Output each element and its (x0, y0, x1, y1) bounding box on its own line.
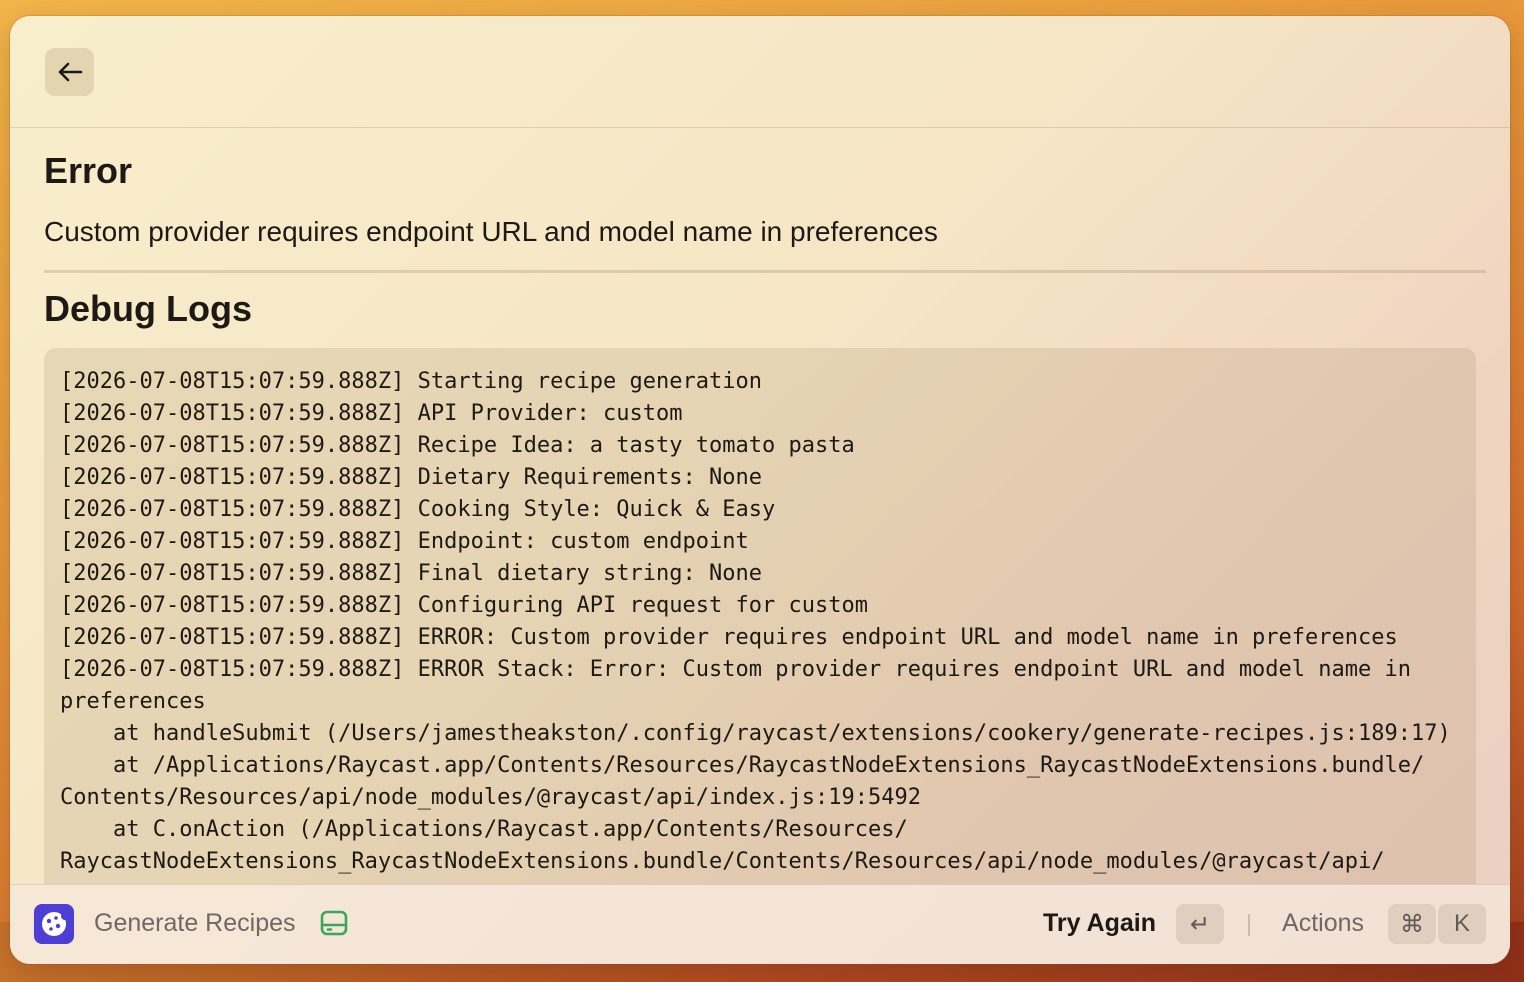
log-line: at C.onAction (/Applications/Raycast.app… (60, 817, 908, 842)
try-again-button[interactable]: Try Again (1043, 909, 1156, 938)
log-line: [2026-07-08T15:07:59.888Z] Recipe Idea: … (60, 433, 855, 458)
top-bar (10, 16, 1510, 128)
debug-logs-code-block: [2026-07-08T15:07:59.888Z] Starting reci… (44, 348, 1476, 884)
error-message: Custom provider requires endpoint URL an… (44, 216, 938, 247)
extension-name: Generate Recipes (94, 909, 296, 937)
k-key-shortcut[interactable]: K (1438, 904, 1486, 944)
debug-logs-heading: Debug Logs (44, 288, 252, 329)
log-line: [2026-07-08T15:07:59.888Z] ERROR: Custom… (60, 625, 1398, 650)
detail-content: Error Custom provider requires endpoint … (44, 128, 1486, 884)
separator (1248, 914, 1250, 936)
debug-logs-text: [2026-07-08T15:07:59.888Z] Starting reci… (60, 366, 1460, 878)
log-line: [2026-07-08T15:07:59.888Z] Endpoint: cus… (60, 529, 749, 554)
hard-drive-icon (320, 909, 348, 942)
raycast-window: Error Custom provider requires endpoint … (10, 16, 1510, 964)
log-line: [2026-07-08T15:07:59.888Z] Cooking Style… (60, 497, 776, 522)
back-button[interactable] (45, 48, 94, 96)
arrow-left-icon (58, 62, 82, 82)
log-line: [2026-07-08T15:07:59.888Z] Configuring A… (60, 593, 868, 618)
log-line: [2026-07-08T15:07:59.888Z] Starting reci… (60, 369, 762, 394)
action-bar: Generate Recipes Try Again ↵ Actions ⌘ K (10, 884, 1510, 964)
log-line: at handleSubmit (/Users/jamestheakston/.… (60, 721, 1451, 746)
log-line: [2026-07-08T15:07:59.888Z] API Provider:… (60, 401, 683, 426)
divider (44, 270, 1486, 273)
command-key-shortcut[interactable]: ⌘ (1388, 904, 1436, 944)
log-line: preferences (60, 689, 206, 714)
log-line: Contents/Resources/api/node_modules/@ray… (60, 785, 921, 810)
error-heading: Error (44, 150, 133, 191)
cookie-icon (34, 904, 74, 944)
enter-key-shortcut[interactable]: ↵ (1176, 904, 1224, 944)
log-line: [2026-07-08T15:07:59.888Z] Final dietary… (60, 561, 762, 586)
log-line: at /Applications/Raycast.app/Contents/Re… (60, 753, 1425, 778)
log-line: RaycastNodeExtensions_RaycastNodeExtensi… (60, 849, 1385, 874)
actions-button[interactable]: Actions (1282, 909, 1364, 938)
log-line: [2026-07-08T15:07:59.888Z] Dietary Requi… (60, 465, 762, 490)
log-line: [2026-07-08T15:07:59.888Z] ERROR Stack: … (60, 657, 1412, 682)
